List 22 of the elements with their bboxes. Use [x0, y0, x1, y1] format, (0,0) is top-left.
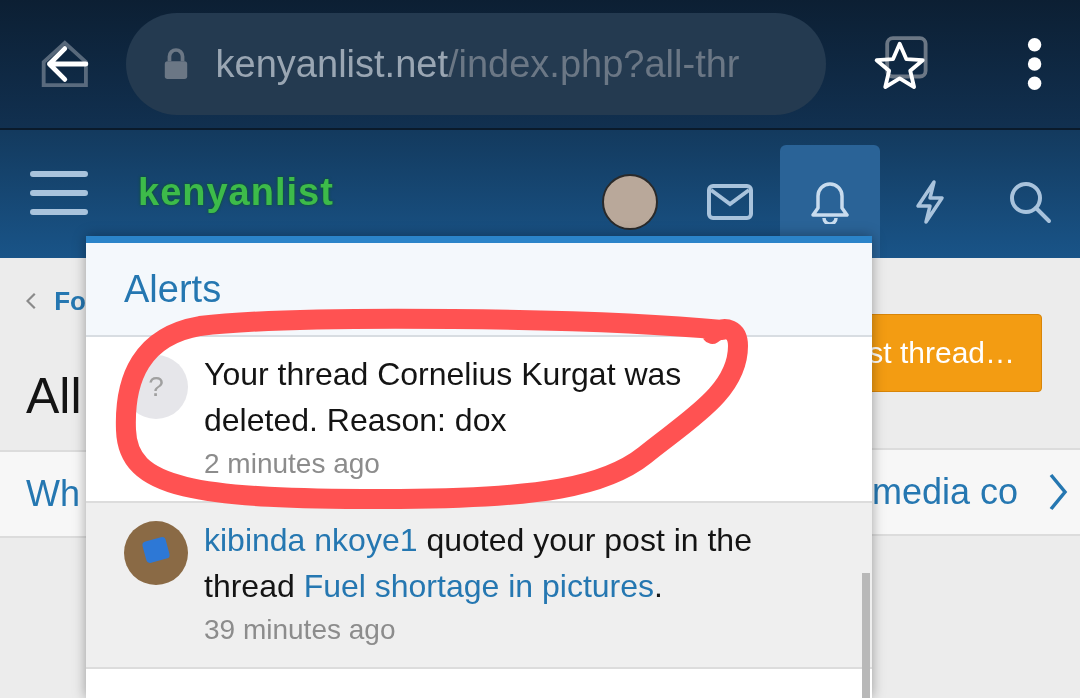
page-title: All — [25, 367, 83, 426]
breadcrumb-link[interactable]: Fo — [54, 285, 86, 317]
menu-icon[interactable] — [30, 170, 88, 216]
avatar — [602, 173, 658, 230]
alert-item[interactable]: kibinda nkoye1 quoted your post in the thread Fuel shortage in pictures. 39 minutes ago — [86, 503, 872, 669]
alert-link[interactable]: kibinda nkoye1 — [204, 522, 418, 558]
alert-message: kibinda nkoye1 quoted your post in the thread Fuel shortage in pictures. — [204, 521, 753, 606]
envelope-icon — [707, 183, 753, 220]
bell-icon — [810, 179, 850, 224]
alert-message: Your thread Cornelius Kurgat was deleted. Reason: dox — [204, 355, 683, 440]
tab-link[interactable]: Wh — [26, 473, 80, 515]
tab-link[interactable]: media co — [872, 471, 1019, 513]
address-bar[interactable]: kenyanlist.net/index.php?all-thr — [125, 13, 826, 115]
site-logo[interactable]: kenyanlist — [138, 171, 334, 214]
alert-time: 2 minutes ago — [204, 447, 381, 481]
avatar-icon — [124, 521, 188, 585]
lightning-icon — [914, 179, 946, 224]
chevron-right-icon[interactable] — [1048, 472, 1069, 512]
alert-link[interactable]: Fuel shortage in pictures — [303, 568, 655, 604]
url-text: kenyanlist.net/index.php?all-thr — [215, 42, 740, 86]
search-icon — [1008, 179, 1052, 224]
alert-time: 39 minutes ago — [204, 613, 397, 647]
